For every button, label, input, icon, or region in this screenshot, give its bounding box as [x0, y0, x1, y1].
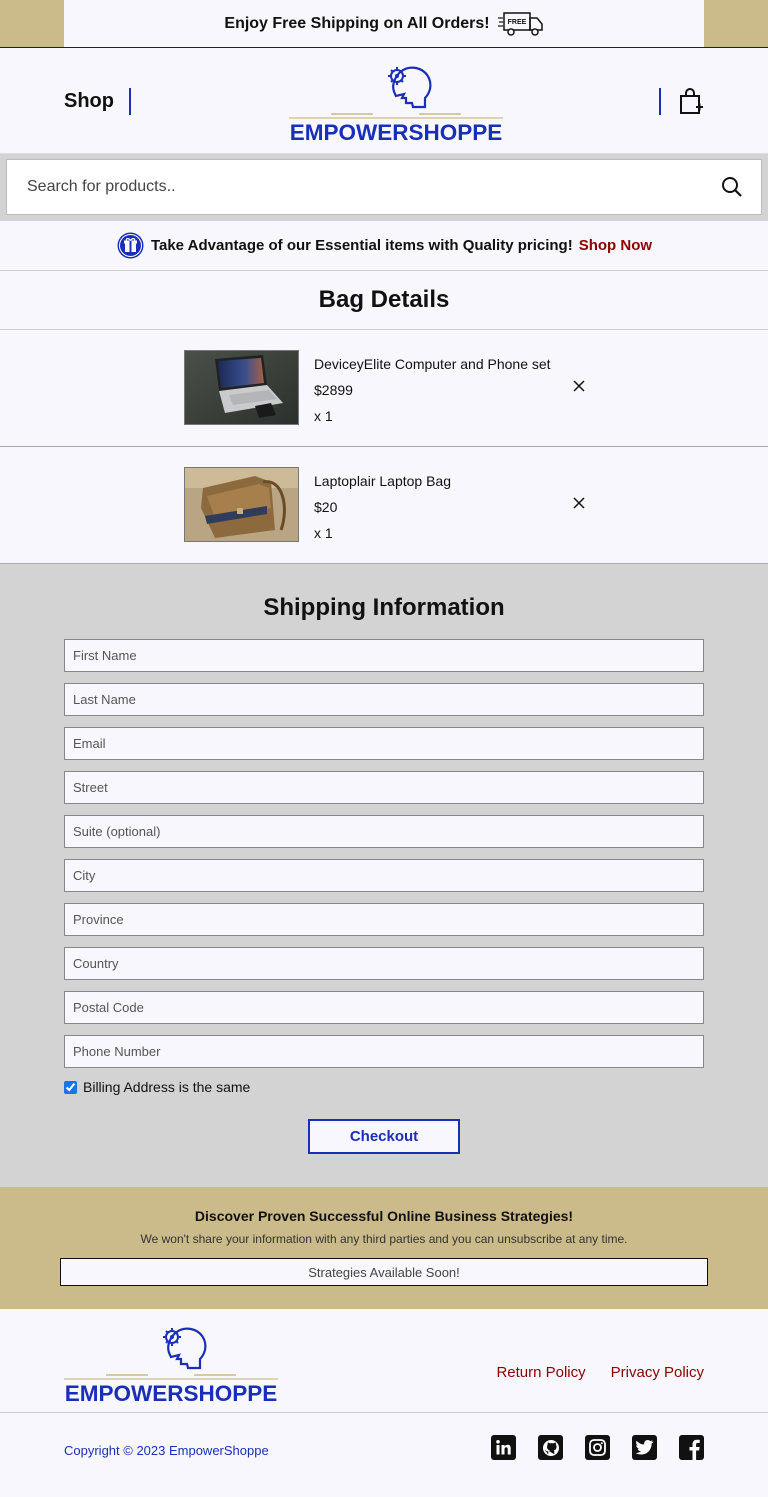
- shopping-bag-icon[interactable]: [678, 86, 704, 116]
- country-field[interactable]: [64, 947, 704, 980]
- instagram-icon[interactable]: [585, 1435, 610, 1460]
- product-price: $2899: [314, 382, 353, 398]
- logo-wordmark: EMPOWERSHOPPE: [290, 120, 503, 144]
- postal-code-field[interactable]: [64, 991, 704, 1024]
- street-field[interactable]: [64, 771, 704, 804]
- footer-logo[interactable]: EMPOWERSHOPPE: [64, 1319, 278, 1405]
- social-links: [491, 1435, 704, 1460]
- province-field[interactable]: [64, 903, 704, 936]
- product-quantity: x 1: [314, 408, 333, 424]
- bag-item-info: Laptoplair Laptop Bag $20 x 1: [314, 468, 451, 546]
- newsletter-section: Discover Proven Successful Online Busine…: [0, 1188, 768, 1309]
- linkedin-icon[interactable]: [491, 1435, 516, 1460]
- footer-top: EMPOWERSHOPPE Return Policy Privacy Poli…: [0, 1309, 768, 1413]
- bag-item-info: DeviceyElite Computer and Phone set $289…: [314, 351, 551, 429]
- product-name: Laptoplair Laptop Bag: [314, 473, 451, 489]
- site-header: Shop EMPOWERSHOPPE: [0, 48, 768, 154]
- footer-logo-wordmark: EMPOWERSHOPPE: [65, 1381, 278, 1405]
- phone-number-field[interactable]: [64, 1035, 704, 1068]
- bag-details-title: Bag Details: [0, 271, 768, 330]
- bag-item: Laptoplair Laptop Bag $20 x 1: [0, 447, 768, 563]
- head-gear-icon: [163, 1327, 207, 1370]
- bag-item: DeviceyElite Computer and Phone set $289…: [0, 330, 768, 447]
- copyright-text: Copyright © 2023 EmpowerShoppe: [64, 1443, 269, 1458]
- billing-same-row: Billing Address is the same: [64, 1079, 704, 1095]
- free-shipping-truck-icon: FREE: [497, 11, 543, 36]
- gift-icon: [117, 232, 144, 259]
- search-bar: [0, 154, 768, 221]
- strategies-button[interactable]: Strategies Available Soon!: [60, 1258, 708, 1286]
- product-image-laptop: [184, 350, 299, 425]
- product-name: DeviceyElite Computer and Phone set: [314, 356, 551, 372]
- announcement-bar: Take Advantage of our Essential items wi…: [0, 221, 768, 271]
- footer-links: Return Policy Privacy Policy: [496, 1364, 704, 1381]
- brand-logo[interactable]: EMPOWERSHOPPE: [289, 58, 503, 144]
- head-gear-icon: [388, 66, 432, 109]
- promo-banner: Enjoy Free Shipping on All Orders! FREE: [64, 0, 704, 47]
- last-name-field[interactable]: [64, 683, 704, 716]
- close-icon[interactable]: [571, 495, 587, 511]
- promo-text: Enjoy Free Shipping on All Orders!: [224, 14, 490, 32]
- privacy-policy-link[interactable]: Privacy Policy: [611, 1364, 704, 1381]
- divider: [659, 88, 661, 115]
- newsletter-title: Discover Proven Successful Online Busine…: [194, 1208, 574, 1224]
- github-icon[interactable]: [538, 1435, 563, 1460]
- shipping-title: Shipping Information: [263, 594, 505, 621]
- close-icon[interactable]: [571, 378, 587, 394]
- facebook-icon[interactable]: [679, 1435, 704, 1460]
- product-image-laptop-bag: [184, 467, 299, 542]
- product-price: $20: [314, 499, 338, 515]
- shop-now-link[interactable]: Shop Now: [579, 237, 652, 254]
- checkout-button[interactable]: Checkout: [308, 1119, 460, 1154]
- shop-link[interactable]: Shop: [64, 90, 114, 113]
- first-name-field[interactable]: [64, 639, 704, 672]
- city-field[interactable]: [64, 859, 704, 892]
- shipping-section: Shipping Information Billing Address is …: [0, 563, 768, 1188]
- free-badge: FREE: [507, 19, 526, 26]
- return-policy-link[interactable]: Return Policy: [496, 1364, 585, 1381]
- suite-field[interactable]: [64, 815, 704, 848]
- twitter-icon[interactable]: [632, 1435, 657, 1460]
- divider: [129, 88, 131, 115]
- search-box: [6, 159, 762, 215]
- billing-same-label: Billing Address is the same: [83, 1079, 251, 1095]
- promo-bar: Enjoy Free Shipping on All Orders! FREE: [0, 0, 768, 48]
- search-input[interactable]: [27, 178, 721, 196]
- email-field[interactable]: [64, 727, 704, 760]
- footer-bottom: Copyright © 2023 EmpowerShoppe: [0, 1413, 768, 1496]
- newsletter-subtitle: We won't share your information with any…: [140, 1232, 628, 1246]
- search-icon[interactable]: [721, 176, 743, 198]
- billing-same-checkbox[interactable]: [64, 1080, 77, 1094]
- announcement-text: Take Advantage of our Essential items wi…: [150, 237, 573, 254]
- product-quantity: x 1: [314, 525, 333, 541]
